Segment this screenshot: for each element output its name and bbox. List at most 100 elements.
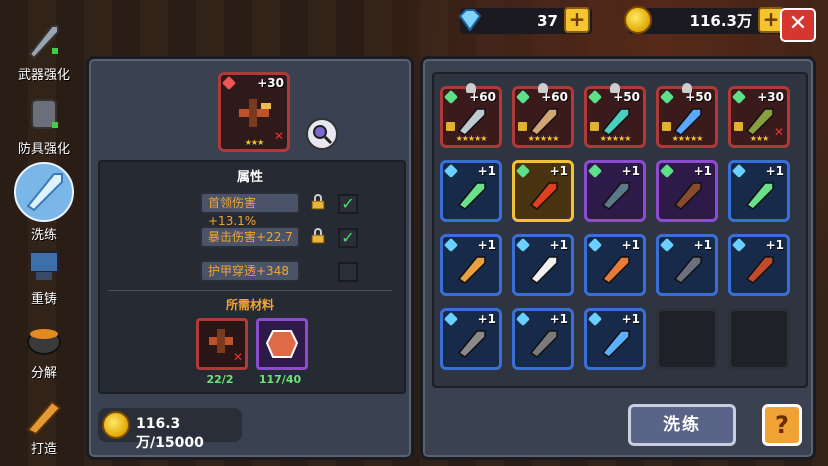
- inventory-slot[interactable]: +1: [512, 308, 574, 370]
- inventory-slot[interactable]: +60 ★★★★★: [440, 83, 502, 148]
- weapon-icon: [745, 182, 774, 210]
- notification-bell-icon: [682, 83, 692, 93]
- lock-icon: [446, 122, 455, 131]
- unequipped-mark-icon: ✕: [773, 125, 784, 139]
- attribute-row-3: 护甲穿透+348: [200, 260, 300, 282]
- sword-icon: [22, 18, 66, 62]
- inventory-slot[interactable]: +1: [584, 308, 646, 370]
- weapon-icon: [673, 182, 702, 210]
- rarity-gem-icon: [515, 237, 531, 253]
- item-level: +1: [621, 164, 640, 178]
- item-level: +1: [693, 164, 712, 178]
- attributes-title: 属性: [236, 170, 263, 185]
- inspect-button[interactable]: [306, 118, 338, 150]
- gold-cost-text: 116.3万/15000: [136, 416, 204, 451]
- attribute-2-checkbox[interactable]: ✓: [338, 228, 358, 248]
- nav-recast[interactable]: 重铸: [6, 242, 82, 307]
- lock-icon: [734, 122, 743, 131]
- diamond-icon: [458, 9, 482, 32]
- rarity-gem-icon: [731, 237, 747, 253]
- gem-counter: 37 +: [458, 7, 592, 34]
- inventory-slot[interactable]: +1: [584, 160, 646, 222]
- item-level: +1: [621, 238, 640, 252]
- weapon-icon: [457, 256, 486, 284]
- check-icon: ✓: [341, 194, 355, 213]
- item-stars: ★★★★★: [671, 134, 704, 143]
- lock-icon: [590, 122, 599, 131]
- cauldron-icon: [22, 316, 66, 360]
- lock-icon: [518, 122, 527, 131]
- material-slot-2[interactable]: [256, 318, 308, 370]
- check-icon: ✓: [341, 228, 355, 247]
- inventory-slot[interactable]: +50 ★★★★★: [584, 83, 646, 148]
- selected-item-level: +30: [257, 76, 284, 90]
- lock-icon[interactable]: [310, 194, 326, 210]
- close-button[interactable]: ✕: [780, 8, 816, 42]
- armor-icon: [22, 92, 66, 136]
- rarity-gem-icon: [443, 237, 459, 253]
- lock-icon: [662, 122, 671, 131]
- weapon-icon: [601, 182, 630, 210]
- nav-armor-upgrade[interactable]: 防具强化: [6, 92, 82, 157]
- inventory-slot[interactable]: +1: [512, 234, 574, 296]
- nav-weapon-upgrade[interactable]: 武器强化: [6, 18, 82, 83]
- gold-count: 116.3万: [689, 12, 752, 30]
- item-level: +1: [693, 238, 712, 252]
- rarity-gem-icon: [515, 163, 531, 179]
- attribute-1-checkbox[interactable]: ✓: [338, 194, 358, 214]
- inventory-slot[interactable]: +1: [440, 160, 502, 222]
- rarity-gem-icon: [515, 89, 531, 105]
- divider: [108, 290, 392, 291]
- inventory-slot[interactable]: +1: [728, 234, 790, 296]
- anvil-icon: [22, 242, 66, 286]
- crystal-sword-icon: [14, 162, 74, 222]
- add-gems-button[interactable]: +: [564, 7, 590, 33]
- inventory-slot[interactable]: +1: [728, 160, 790, 222]
- weapon-icon: [457, 330, 486, 358]
- weapon-icon: [673, 256, 702, 284]
- crossbow-material-icon: ✕: [209, 329, 243, 364]
- weapon-icon: [529, 330, 558, 358]
- inventory-slot[interactable]: +50 ★★★★★: [656, 83, 718, 148]
- selected-item-slot[interactable]: +30 ✕ ★★★: [218, 72, 290, 152]
- item-level: +30: [757, 90, 784, 104]
- attribute-row-2: 暴击伤害+22.7: [200, 226, 300, 248]
- rarity-gem-icon: [443, 89, 459, 105]
- inventory-slot[interactable]: +60 ★★★★★: [512, 83, 574, 148]
- weapon-icon: [601, 108, 630, 136]
- inventory-slot[interactable]: +1: [440, 308, 502, 370]
- inventory-slot[interactable]: +1: [440, 234, 502, 296]
- rarity-gem-icon: [659, 237, 675, 253]
- empty-inventory-slot[interactable]: [728, 308, 790, 370]
- inventory-slot[interactable]: +30 ★★★ ✕: [728, 86, 790, 148]
- gold-coin-icon: [624, 6, 652, 34]
- lock-icon[interactable]: [310, 228, 326, 244]
- material-2-count: 117/40: [258, 373, 302, 386]
- left-nav: 武器强化 防具强化 洗练 重铸 分解 打造: [0, 0, 84, 466]
- materials-title: 所需材料: [225, 298, 274, 312]
- notification-bell-icon: [538, 83, 548, 93]
- weapon-icon: [673, 108, 702, 136]
- wash-button[interactable]: 洗练: [628, 404, 736, 446]
- nav-wash[interactable]: 洗练: [6, 162, 82, 243]
- material-slot-1[interactable]: ✕: [196, 318, 248, 370]
- item-level: +1: [621, 312, 640, 326]
- rarity-gem-icon: [443, 311, 459, 327]
- weapon-icon: [457, 182, 486, 210]
- rarity-gem-icon: [659, 163, 675, 179]
- inventory-slot[interactable]: +1: [512, 160, 574, 222]
- inventory-slot[interactable]: +1: [656, 160, 718, 222]
- attribute-3-checkbox[interactable]: [338, 262, 358, 282]
- hammer-icon: [22, 392, 66, 436]
- crossbow-icon: [239, 99, 271, 127]
- inventory-slot[interactable]: +1: [656, 234, 718, 296]
- empty-inventory-slot[interactable]: [656, 308, 718, 370]
- inventory-slot[interactable]: +1: [584, 234, 646, 296]
- nav-disassemble[interactable]: 分解: [6, 316, 82, 381]
- rarity-gem-icon: [659, 89, 675, 105]
- rarity-gem-icon: [221, 75, 237, 91]
- help-button[interactable]: ?: [762, 404, 802, 446]
- item-level: +1: [477, 164, 496, 178]
- weapon-icon: [745, 256, 774, 284]
- nav-forge[interactable]: 打造: [6, 392, 82, 457]
